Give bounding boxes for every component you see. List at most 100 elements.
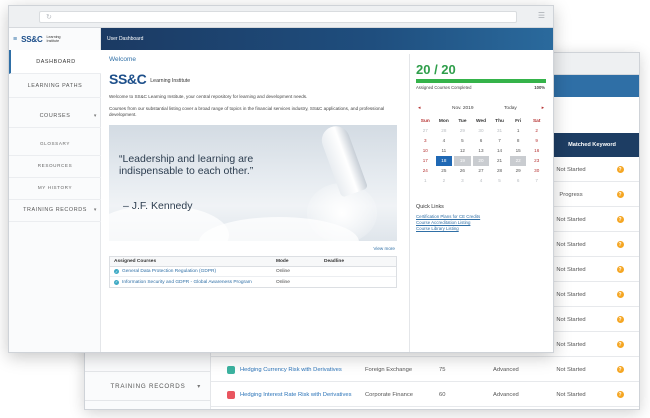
table-row[interactable]: ✓ Information Security and GDPR - Global … xyxy=(110,277,396,287)
sidebar-item-learning-paths[interactable]: LEARNING PATHS xyxy=(9,74,101,98)
question-icon[interactable]: ? xyxy=(616,216,624,223)
hamburger-icon[interactable]: ≡ xyxy=(13,36,17,43)
calendar-day[interactable]: 29 xyxy=(454,126,471,136)
calendar-day[interactable]: 5 xyxy=(454,136,471,146)
calendar-day[interactable]: 5 xyxy=(491,176,508,186)
question-icon[interactable]: ? xyxy=(616,291,624,298)
calendar-day[interactable]: 9 xyxy=(528,136,545,146)
calendar-week: 17 18 19 20 21 22 23 xyxy=(416,156,546,166)
background-header-bar xyxy=(549,75,639,97)
calendar-day[interactable]: 28 xyxy=(491,166,508,176)
calendar-day[interactable]: 7 xyxy=(528,176,545,186)
calendar-day[interactable]: 31 xyxy=(491,126,508,136)
calendar-day[interactable]: 10 xyxy=(417,146,434,156)
calendar-today-button[interactable]: Today xyxy=(504,106,517,111)
calendar-day[interactable]: 1 xyxy=(510,126,527,136)
question-icon[interactable]: ? xyxy=(616,316,624,323)
calendar-day[interactable]: 21 xyxy=(491,156,508,166)
brand-mark: SS&C xyxy=(109,71,147,87)
intro-text: Welcome to SS&C Learning Institute, your… xyxy=(109,94,308,99)
calendar-day[interactable]: 27 xyxy=(473,166,490,176)
calendar-day[interactable]: 2 xyxy=(528,126,545,136)
check-circle-icon: ✓ xyxy=(114,269,119,274)
calendar-day[interactable]: 27 xyxy=(417,126,434,136)
background-sidebar-label: TRAINING RECORDS xyxy=(110,382,186,390)
address-bar[interactable]: ↻ xyxy=(39,11,517,23)
quick-link[interactable]: Certification Plans for CE Credits xyxy=(416,214,480,219)
calendar-day[interactable]: 8 xyxy=(510,136,527,146)
status-cell: Not Started xyxy=(556,366,586,373)
calendar-day[interactable]: 3 xyxy=(417,136,434,146)
weekday-label: Thu xyxy=(495,119,504,124)
chevron-down-icon: ▾ xyxy=(93,206,97,213)
calendar-day[interactable]: 1 xyxy=(417,176,434,186)
course-link[interactable]: General Data Protection Regulation (GDPR… xyxy=(122,269,216,274)
calendar-day[interactable]: 4 xyxy=(473,176,490,186)
calendar-day[interactable]: 4 xyxy=(436,136,453,146)
sidebar-item-glossary[interactable]: GLOSSARY xyxy=(9,132,101,156)
question-icon[interactable]: ? xyxy=(616,391,624,398)
question-icon[interactable]: ? xyxy=(616,341,624,348)
calendar-day[interactable]: 12 xyxy=(454,146,471,156)
reload-icon[interactable]: ↻ xyxy=(46,13,52,22)
calendar-day[interactable]: 19 xyxy=(454,156,471,166)
calendar-day[interactable]: 16 xyxy=(528,146,545,156)
quick-link[interactable]: Course Accreditation Listing xyxy=(416,220,470,225)
sidebar-item-label: MY HISTORY xyxy=(37,185,73,190)
background-sidebar-item-training-records[interactable]: TRAINING RECORDS ▾ xyxy=(85,371,211,401)
course-link[interactable]: Hedging Currency Risk with Derivatives xyxy=(240,367,342,373)
calendar-day[interactable]: 29 xyxy=(510,166,527,176)
question-icon[interactable]: ? xyxy=(616,191,624,198)
keyword-cell: ? xyxy=(599,282,639,307)
calendar-day[interactable]: 13 xyxy=(473,146,490,156)
keyword-cell: ? xyxy=(599,257,639,282)
calendar-day[interactable]: 18 xyxy=(435,156,453,166)
calendar-day[interactable]: 7 xyxy=(491,136,508,146)
view-more-link[interactable]: View more xyxy=(373,246,395,251)
calendar-day[interactable]: 17 xyxy=(417,156,434,166)
calendar-day[interactable]: 3 xyxy=(454,176,471,186)
calendar-day[interactable]: 24 xyxy=(417,166,434,176)
calendar-day[interactable]: 6 xyxy=(473,136,490,146)
quick-link[interactable]: Course Library Listing xyxy=(416,226,459,231)
question-icon[interactable]: ? xyxy=(616,266,624,273)
calendar-day[interactable]: 30 xyxy=(528,166,545,176)
course-link[interactable]: Hedging Interest Rate Risk with Derivati… xyxy=(240,392,351,398)
table-row[interactable]: ✓ General Data Protection Regulation (GDP… xyxy=(110,267,396,277)
calendar-day[interactable]: 26 xyxy=(454,166,471,176)
calendar-next-icon[interactable]: ▸ xyxy=(542,106,544,111)
sidebar-item-courses[interactable]: COURSES ▾ xyxy=(9,104,101,128)
question-icon[interactable]: ? xyxy=(616,366,624,373)
calendar-day[interactable]: 20 xyxy=(472,156,490,166)
browser-menu-icon[interactable]: ☰ xyxy=(538,12,545,20)
course-cell[interactable]: Hedging Interest Rate Risk with Derivati… xyxy=(227,382,367,407)
logo-subtitle: Learning Institute xyxy=(46,35,61,43)
sidebar-item-dashboard[interactable]: DASHBOARD xyxy=(9,50,101,74)
progress-percent: 100% xyxy=(534,85,545,90)
calendar-week: 24 25 26 27 28 29 30 xyxy=(416,166,546,176)
course-link[interactable]: Information Security and GDPR - Global A… xyxy=(122,280,252,285)
calendar-day[interactable]: 30 xyxy=(473,126,490,136)
question-icon[interactable]: ? xyxy=(616,241,624,248)
calendar-day[interactable]: 6 xyxy=(510,176,527,186)
calendar-weekdays: Sun Mon Tue Wed Thu Fri Sat xyxy=(416,117,546,126)
calendar-month: Nov. 2019 xyxy=(452,106,474,111)
calendar-day[interactable]: 11 xyxy=(436,146,453,156)
sidebar-item-my-history[interactable]: MY HISTORY xyxy=(9,176,101,200)
calendar-day[interactable]: 25 xyxy=(436,166,453,176)
calendar-day[interactable]: 2 xyxy=(436,176,453,186)
background-table-header: Matched Keyword xyxy=(543,133,639,157)
calendar-day[interactable]: 14 xyxy=(491,146,508,156)
sidebar-item-resources[interactable]: RESOURCES xyxy=(9,154,101,178)
course-cell[interactable]: Hedging Currency Risk with Derivatives xyxy=(227,357,367,382)
sidebar-item-training-records[interactable]: TRAINING RECORDS ▾ xyxy=(9,198,101,222)
dashboard-window: ↻ ☰ ≡ SS&C Learning Institute DASHBOARD L… xyxy=(8,5,554,353)
calendar-day[interactable]: 15 xyxy=(510,146,527,156)
mode-cell: Online xyxy=(276,269,290,274)
calendar-day[interactable]: 23 xyxy=(528,156,545,166)
level-cell: Advanced xyxy=(493,366,519,373)
calendar-prev-icon[interactable]: ◂ xyxy=(418,106,420,111)
question-icon[interactable]: ? xyxy=(616,166,624,173)
calendar-day[interactable]: 28 xyxy=(436,126,453,136)
calendar-day[interactable]: 22 xyxy=(509,156,527,166)
